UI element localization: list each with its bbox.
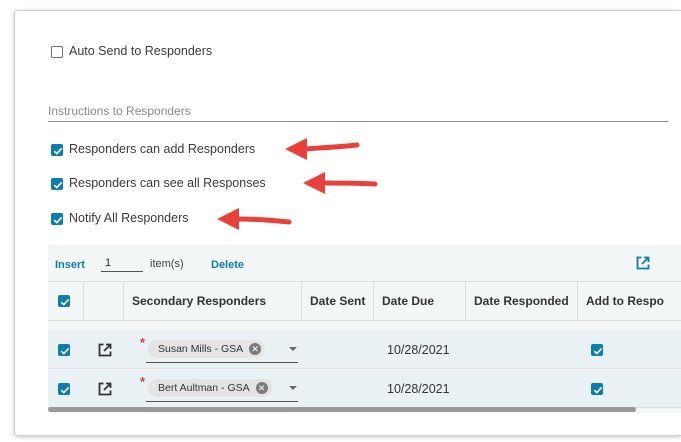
notify-all-label: Notify All Responders xyxy=(69,211,189,225)
check-icon xyxy=(593,386,603,394)
responder-field-underline xyxy=(146,362,298,363)
check-icon xyxy=(53,181,63,189)
header-date-responded[interactable]: Date Responded xyxy=(466,282,578,321)
row-select-checkbox[interactable] xyxy=(58,383,70,395)
select-all-checkbox[interactable] xyxy=(58,295,70,307)
responder-chip: Susan Mills - GSA ✕ xyxy=(148,340,266,358)
date-due-cell: 10/28/2021 xyxy=(387,343,450,357)
responder-field-underline xyxy=(146,401,298,402)
grid-header-row: Secondary Responders Date Sent Date Due … xyxy=(48,281,681,321)
header-edit-column xyxy=(84,282,124,321)
check-icon xyxy=(593,347,603,355)
date-due-cell: 10/28/2021 xyxy=(387,382,450,396)
open-in-new-icon[interactable] xyxy=(97,342,113,358)
instructions-field[interactable]: Instructions to Responders xyxy=(48,104,191,118)
add-to-responders-checkbox[interactable] xyxy=(591,344,603,356)
header-date-due[interactable]: Date Due xyxy=(374,282,466,321)
can-see-responses-label: Responders can see all Responses xyxy=(69,176,266,190)
insert-button[interactable]: Insert xyxy=(55,259,85,271)
secondary-responders-grid: Insert 1 item(s) Delete Secondary Respon… xyxy=(48,245,681,413)
can-add-responders-label: Responders can add Responders xyxy=(69,142,256,156)
remove-chip-icon[interactable]: ✕ xyxy=(249,343,262,355)
responder-name: Susan Mills - GSA xyxy=(158,343,244,355)
table-row: * Bert Aultman - GSA ✕ 10/28/2021 xyxy=(48,370,681,408)
header-add-to-responders[interactable]: Add to Respo xyxy=(578,282,681,321)
header-secondary-responders[interactable]: Secondary Responders xyxy=(124,282,302,321)
can-add-responders-checkbox[interactable] xyxy=(51,144,63,156)
annotation-arrow-icon xyxy=(285,138,360,160)
annotation-arrow-icon xyxy=(217,208,292,230)
row-select-checkbox[interactable] xyxy=(58,344,70,356)
required-indicator: * xyxy=(140,335,146,350)
notify-all-checkbox[interactable] xyxy=(51,213,63,225)
horizontal-scrollbar[interactable] xyxy=(48,407,636,412)
add-to-responders-checkbox[interactable] xyxy=(591,383,603,395)
delete-button[interactable]: Delete xyxy=(211,259,244,271)
remove-chip-icon[interactable]: ✕ xyxy=(255,382,268,394)
responder-chip: Bert Aultman - GSA ✕ xyxy=(148,379,272,397)
chevron-down-icon[interactable] xyxy=(289,347,297,351)
check-icon xyxy=(60,347,70,355)
check-icon xyxy=(60,298,70,306)
can-see-responses-checkbox[interactable] xyxy=(51,178,63,190)
open-in-new-icon[interactable] xyxy=(635,255,651,271)
responders-panel: Auto Send to Responders Instructions to … xyxy=(14,10,681,436)
header-select-all[interactable] xyxy=(48,282,84,321)
table-row: * Susan Mills - GSA ✕ 10/28/2021 xyxy=(48,331,681,369)
header-date-sent[interactable]: Date Sent xyxy=(302,282,374,321)
chevron-down-icon[interactable] xyxy=(289,386,297,390)
check-icon xyxy=(53,147,63,155)
auto-send-label: Auto Send to Responders xyxy=(69,44,213,58)
grid-toolbar: Insert 1 item(s) Delete xyxy=(48,245,681,281)
responder-name: Bert Aultman - GSA xyxy=(158,382,250,394)
auto-send-checkbox[interactable] xyxy=(51,46,63,58)
items-label: item(s) xyxy=(150,258,184,270)
instructions-underline xyxy=(48,121,668,122)
annotation-arrow-icon xyxy=(303,172,378,194)
insert-count-input[interactable]: 1 xyxy=(101,255,143,272)
check-icon xyxy=(53,216,63,224)
required-indicator: * xyxy=(140,374,146,389)
open-in-new-icon[interactable] xyxy=(97,381,113,397)
check-icon xyxy=(60,386,70,394)
